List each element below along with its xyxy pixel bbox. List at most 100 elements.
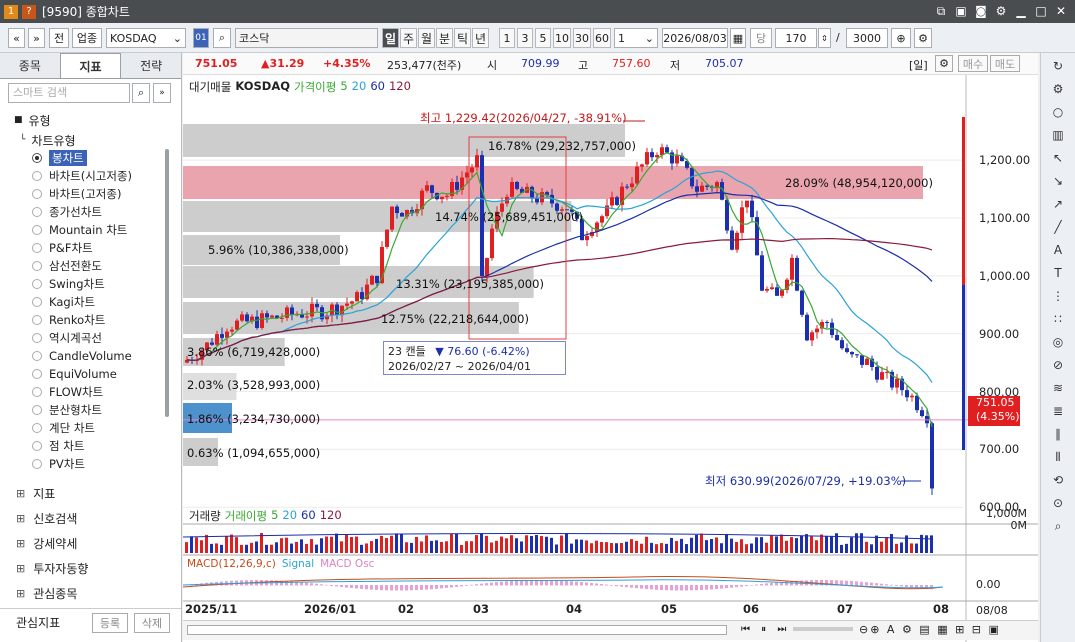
period-4[interactable]: 틱: [454, 28, 471, 48]
tree-chart-type[interactable]: └ 차트유형: [0, 131, 170, 149]
search-icon[interactable]: ⌕: [213, 28, 231, 48]
interval-4[interactable]: 30: [573, 28, 591, 48]
radio-icon[interactable]: [32, 279, 42, 289]
chart-type-item[interactable]: FLOW차트: [0, 383, 170, 401]
search-icon[interactable]: ⌕: [132, 83, 150, 103]
radio-icon[interactable]: [32, 261, 42, 271]
chart-type-item[interactable]: 봉차트: [0, 149, 170, 167]
tab-strategy[interactable]: 전략: [121, 53, 181, 78]
interval-1[interactable]: 3: [517, 28, 533, 48]
link-icon[interactable]: ⧉: [933, 3, 949, 19]
save-icon[interactable]: ▣: [953, 3, 969, 19]
radio-icon[interactable]: [32, 207, 42, 217]
minimize-icon[interactable]: ▁: [1013, 3, 1029, 19]
period-2[interactable]: 월: [418, 28, 435, 48]
radio-icon[interactable]: [32, 315, 42, 325]
channel-icon[interactable]: ⦀: [1047, 447, 1069, 467]
chart-type-item[interactable]: PV차트: [0, 455, 170, 473]
zoom-controls[interactable]: ⊖⊕ A ⚙ ▤ ▦ ⊞ ⊟ ▣: [859, 623, 1001, 636]
buy-button[interactable]: 매수: [958, 55, 988, 72]
close-icon[interactable]: ✕: [1053, 3, 1069, 19]
settings-icon[interactable]: ⚙: [993, 3, 1009, 19]
calendar-icon[interactable]: ▦: [730, 28, 746, 48]
period-1[interactable]: 주: [400, 28, 417, 48]
circle-icon[interactable]: ○: [1047, 102, 1069, 122]
tab-stocks[interactable]: 종목: [0, 53, 60, 78]
radio-icon[interactable]: [32, 351, 42, 361]
chart-type-item[interactable]: 삼선전환도: [0, 257, 170, 275]
maximize-icon[interactable]: □: [1033, 3, 1049, 19]
lines-icon[interactable]: ≣: [1047, 401, 1069, 421]
radio-icon[interactable]: [32, 171, 42, 181]
period-3[interactable]: 분: [436, 28, 453, 48]
radio-icon[interactable]: [32, 297, 42, 307]
count-field[interactable]: 170: [775, 28, 817, 48]
arrow-icon[interactable]: ↗: [1047, 194, 1069, 214]
radio-icon[interactable]: [32, 369, 42, 379]
parallel-icon[interactable]: ∥: [1047, 424, 1069, 444]
radio-icon[interactable]: [32, 423, 42, 433]
interval-2[interactable]: 5: [535, 28, 551, 48]
radio-icon[interactable]: [32, 387, 42, 397]
delete-button[interactable]: 삭제: [134, 612, 170, 633]
radio-icon[interactable]: [32, 405, 42, 415]
period-5[interactable]: 년: [472, 28, 489, 48]
chart-type-item[interactable]: 종가선차트: [0, 203, 170, 221]
scroll-track[interactable]: [187, 625, 727, 635]
chart-type-item[interactable]: CandleVolume: [0, 347, 170, 365]
interval-5[interactable]: 60: [593, 28, 611, 48]
nav-down-button[interactable]: »: [28, 28, 45, 48]
text-icon[interactable]: T: [1047, 263, 1069, 283]
date-field[interactable]: 2026/08/03: [662, 28, 728, 48]
market-select[interactable]: KOSDAQ ⌄: [106, 28, 186, 48]
radio-icon[interactable]: [32, 153, 42, 163]
chart-type-item[interactable]: 계단 차트: [0, 419, 170, 437]
camera-icon[interactable]: ◙: [973, 3, 989, 19]
sector-button[interactable]: 업종: [72, 28, 102, 48]
tree-section[interactable]: ⊞ 관심종목: [0, 581, 181, 606]
expand-icon[interactable]: ⊞: [16, 562, 25, 575]
erase-icon[interactable]: ⊘: [1047, 355, 1069, 375]
expand-icon[interactable]: ⊞: [16, 537, 25, 550]
chart-area[interactable]: 751.05 ▲31.29 +4.35% 253,477(천주) 시 709.9…: [183, 53, 1038, 642]
trend-down-icon[interactable]: ↘: [1047, 171, 1069, 191]
wave-icon[interactable]: ≋: [1047, 378, 1069, 398]
zoom-icon[interactable]: ⊕: [891, 28, 911, 48]
search-icon[interactable]: ⌕: [1047, 516, 1069, 536]
radio-icon[interactable]: [32, 441, 42, 451]
total-field[interactable]: 3000: [846, 28, 888, 48]
stepper-icon[interactable]: ⇕: [818, 28, 831, 48]
bar-chart-icon[interactable]: ▥: [1047, 125, 1069, 145]
chart-settings-icon[interactable]: ⚙: [935, 55, 953, 72]
tree-section[interactable]: ⊞ 지표: [0, 481, 181, 506]
tree-group-type[interactable]: ■ 유형: [0, 109, 170, 131]
tree-section[interactable]: ⊞ 신호검색: [0, 506, 181, 531]
trend-up-icon[interactable]: ↖: [1047, 148, 1069, 168]
playback-controls[interactable]: ⏮ ⏸ ⏭: [741, 624, 790, 635]
help-icon[interactable]: ?: [22, 4, 36, 19]
sidebar-scrollbar[interactable]: [165, 149, 169, 417]
interval-3[interactable]: 10: [553, 28, 571, 48]
chart-scroll-bar[interactable]: ⏮ ⏸ ⏭ ⊖⊕ A ⚙ ▤ ▦ ⊞ ⊟ ▣: [183, 620, 1038, 640]
prev-button[interactable]: 전: [49, 28, 69, 48]
radio-icon[interactable]: [32, 333, 42, 343]
sell-button[interactable]: 매도: [990, 55, 1020, 72]
refresh-icon[interactable]: ↻: [1047, 56, 1069, 76]
chart-type-item[interactable]: Mountain 차트: [0, 221, 170, 239]
chart-type-item[interactable]: 역시계곡선: [0, 329, 170, 347]
period-0[interactable]: 일: [382, 28, 399, 48]
grid-icon[interactable]: ∷: [1047, 309, 1069, 329]
target-icon[interactable]: ⊙: [1047, 493, 1069, 513]
radio-icon[interactable]: [32, 225, 42, 235]
expand-icon[interactable]: ⊞: [16, 512, 25, 525]
auto-icon[interactable]: A: [1047, 240, 1069, 260]
interval-0[interactable]: 1: [499, 28, 515, 48]
chart-type-item[interactable]: 분산형차트: [0, 401, 170, 419]
magnet-icon[interactable]: ◎: [1047, 332, 1069, 352]
undo-icon[interactable]: ⟲: [1047, 470, 1069, 490]
code-badge[interactable]: 01: [193, 28, 209, 48]
fib-icon[interactable]: ⋮: [1047, 286, 1069, 306]
chart-type-item[interactable]: P&F차트: [0, 239, 170, 257]
settings-icon[interactable]: ⚙: [1047, 79, 1069, 99]
unit-button[interactable]: 당: [750, 28, 772, 48]
